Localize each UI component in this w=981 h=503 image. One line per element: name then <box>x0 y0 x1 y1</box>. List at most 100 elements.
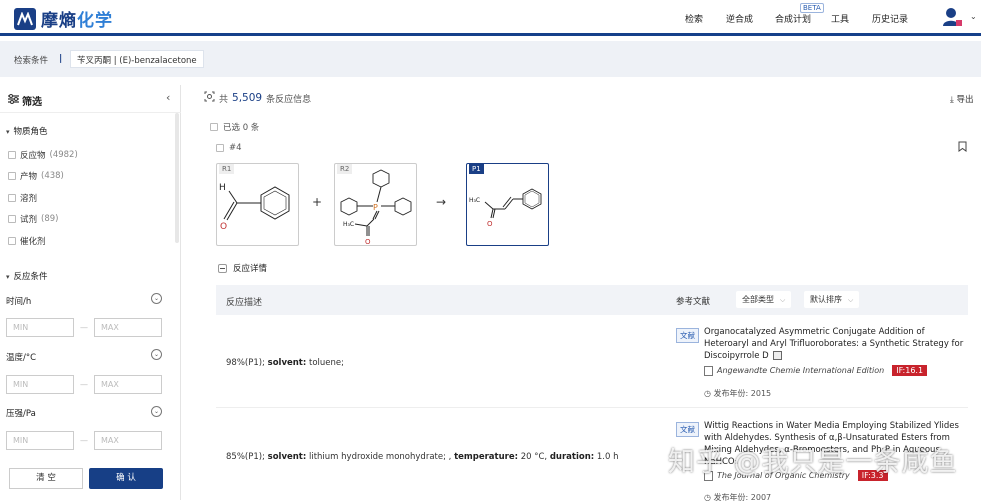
checkbox[interactable] <box>8 237 16 245</box>
filter-title: 筛选 <box>22 97 42 108</box>
chevron-down-icon[interactable]: ⌄ <box>151 349 162 360</box>
duration-label: duration: <box>549 452 595 462</box>
role-label: 试剂 <box>20 215 38 225</box>
solvent-value: lithium hydroxide monohydrate; , <box>308 452 452 462</box>
checkbox[interactable] <box>8 172 16 180</box>
nav-search[interactable]: 检索 <box>685 12 703 25</box>
logo-text: 摩熵化学 <box>41 6 113 31</box>
product-p1-structure[interactable]: P1 H₃C O <box>466 163 549 246</box>
temperature-label: 温度/°C <box>6 353 37 363</box>
nav-synthesis-plan[interactable]: 合成计划 <box>775 12 811 25</box>
reaction-details-toggle[interactable]: 反应详情 <box>218 262 267 274</box>
checkbox[interactable] <box>216 144 224 152</box>
solvent-value: toluene; <box>308 358 344 368</box>
logo-accent-text: 化学 <box>77 11 113 31</box>
chevron-down-icon[interactable]: ⌄ <box>151 293 162 304</box>
watermark: 知乎 @我只是一条咸鱼 <box>668 447 958 478</box>
checkbox[interactable] <box>8 151 16 159</box>
svg-text:H: H <box>219 183 226 193</box>
temperature-min-input[interactable]: MIN <box>6 375 74 394</box>
collapse-icon[interactable] <box>218 263 227 273</box>
pressure-max-input[interactable]: MAX <box>94 431 162 450</box>
role-option-product[interactable]: 产物 (438) <box>8 170 64 182</box>
reactant-r2-structure[interactable]: R2 P H₃C O <box>334 163 417 246</box>
role-option-reactant[interactable]: 反应物 (4982) <box>8 149 78 161</box>
results-summary: 共 5,509 条反应信息 <box>204 91 311 105</box>
year-label: 发布年份: <box>713 493 749 502</box>
search-separator: | <box>59 54 63 64</box>
export-label: 导出 <box>956 95 974 105</box>
yield: 85%(P1); <box>226 452 265 462</box>
chevron-down-icon[interactable]: ⌄ <box>970 12 977 21</box>
results-panel: 共 5,509 条反应信息 ⤓ 导出 已选 0 条 #4 R1 H O + R2 <box>196 85 981 503</box>
filter-header: 筛选 ‹ <box>0 85 181 113</box>
solvent-label: solvent: <box>267 452 307 462</box>
role-option-reagent[interactable]: 试剂 (89) <box>8 213 58 225</box>
role-section-label: 物质角色 <box>13 127 48 137</box>
svg-text:O: O <box>487 220 493 228</box>
chevron-down-icon: ⌵ <box>848 296 854 304</box>
checkbox[interactable] <box>210 123 218 131</box>
type-filter-value: 全部类型 <box>742 295 774 304</box>
publish-year: ◷ 发布年份: 2007 <box>704 492 771 503</box>
document-badge: 文献 <box>676 328 699 343</box>
user-avatar-icon[interactable] <box>942 7 964 30</box>
time-min-input[interactable]: MIN <box>6 318 74 337</box>
role-section-title[interactable]: ▾ 物质角色 <box>6 125 48 137</box>
time-max-input[interactable]: MAX <box>94 318 162 337</box>
sidebar-scrollbar[interactable] <box>175 113 179 243</box>
role-count: (438) <box>41 171 64 181</box>
svg-text:H₃C: H₃C <box>469 197 480 204</box>
impact-factor-badge: IF:16.1 <box>892 365 928 376</box>
open-document-icon[interactable] <box>773 351 783 360</box>
role-count: (4982) <box>49 150 78 160</box>
select-all[interactable]: 已选 0 条 <box>210 121 259 133</box>
role-option-solvent[interactable]: 溶剂 <box>8 192 41 204</box>
checkbox[interactable] <box>8 215 16 223</box>
reaction-details-title: 反应详情 <box>233 264 268 274</box>
chevron-down-icon: ⌵ <box>780 296 786 304</box>
collapse-sidebar-icon[interactable]: ‹ <box>166 91 170 104</box>
reference-title: Organocatalyzed Asymmetric Conjugate Add… <box>704 327 964 361</box>
range-dash: — <box>80 436 88 445</box>
chevron-down-icon[interactable]: ⌄ <box>151 406 162 417</box>
bookmark-icon[interactable] <box>958 141 967 155</box>
logo[interactable]: 摩熵化学 <box>14 6 113 31</box>
selected-count: 已选 0 条 <box>223 123 260 133</box>
role-option-catalyst[interactable]: 催化剂 <box>8 235 50 247</box>
temperature-label: temperature: <box>454 452 518 462</box>
journal-name[interactable]: Angewandte Chemie International Edition <box>717 366 884 375</box>
pressure-min-input[interactable]: MIN <box>6 431 74 450</box>
logo-icon <box>14 7 36 30</box>
search-query-chip[interactable]: 苄叉丙酮 | (E)-benzalacetone <box>70 50 204 68</box>
reaction-select[interactable]: #4 <box>216 143 242 153</box>
checkbox[interactable] <box>8 194 16 202</box>
confirm-button[interactable]: 确 认 <box>89 468 163 489</box>
filter-icon <box>8 94 19 107</box>
beta-badge: BETA <box>800 3 824 13</box>
reactant-label: R2 <box>337 164 353 174</box>
export-button[interactable]: ⤓ 导出 <box>950 93 973 105</box>
condition-section-label: 反应条件 <box>13 272 48 282</box>
plus-sign: + <box>312 195 323 209</box>
sort-value: 默认排序 <box>810 295 842 304</box>
temperature-value: 20 °C, <box>520 452 548 462</box>
time-label: 时间/h <box>6 297 32 307</box>
temperature-max-input[interactable]: MAX <box>94 375 162 394</box>
reaction-conditions: 98%(P1); solvent: toluene; <box>226 358 344 368</box>
column-description: 反应描述 <box>226 298 263 308</box>
reaction-id: #4 <box>229 143 242 153</box>
nav-history[interactable]: 历史记录 <box>872 12 908 25</box>
reactant-r1-structure[interactable]: R1 H O <box>216 163 299 246</box>
type-filter-select[interactable]: 全部类型 ⌵ <box>736 291 792 308</box>
role-label: 产物 <box>20 172 38 182</box>
pressure-label: 压强/Pa <box>6 409 36 419</box>
nav-retrosynthesis[interactable]: 逆合成 <box>726 12 753 25</box>
reference-title-link[interactable]: Organocatalyzed Asymmetric Conjugate Add… <box>704 326 966 362</box>
nav-tools[interactable]: 工具 <box>831 12 849 25</box>
clear-button[interactable]: 清 空 <box>9 468 83 489</box>
sort-select[interactable]: 默认排序 ⌵ <box>804 291 860 308</box>
condition-section-title[interactable]: ▾ 反应条件 <box>6 270 48 282</box>
svg-text:H₃C: H₃C <box>343 221 354 228</box>
role-count: (89) <box>41 214 59 224</box>
